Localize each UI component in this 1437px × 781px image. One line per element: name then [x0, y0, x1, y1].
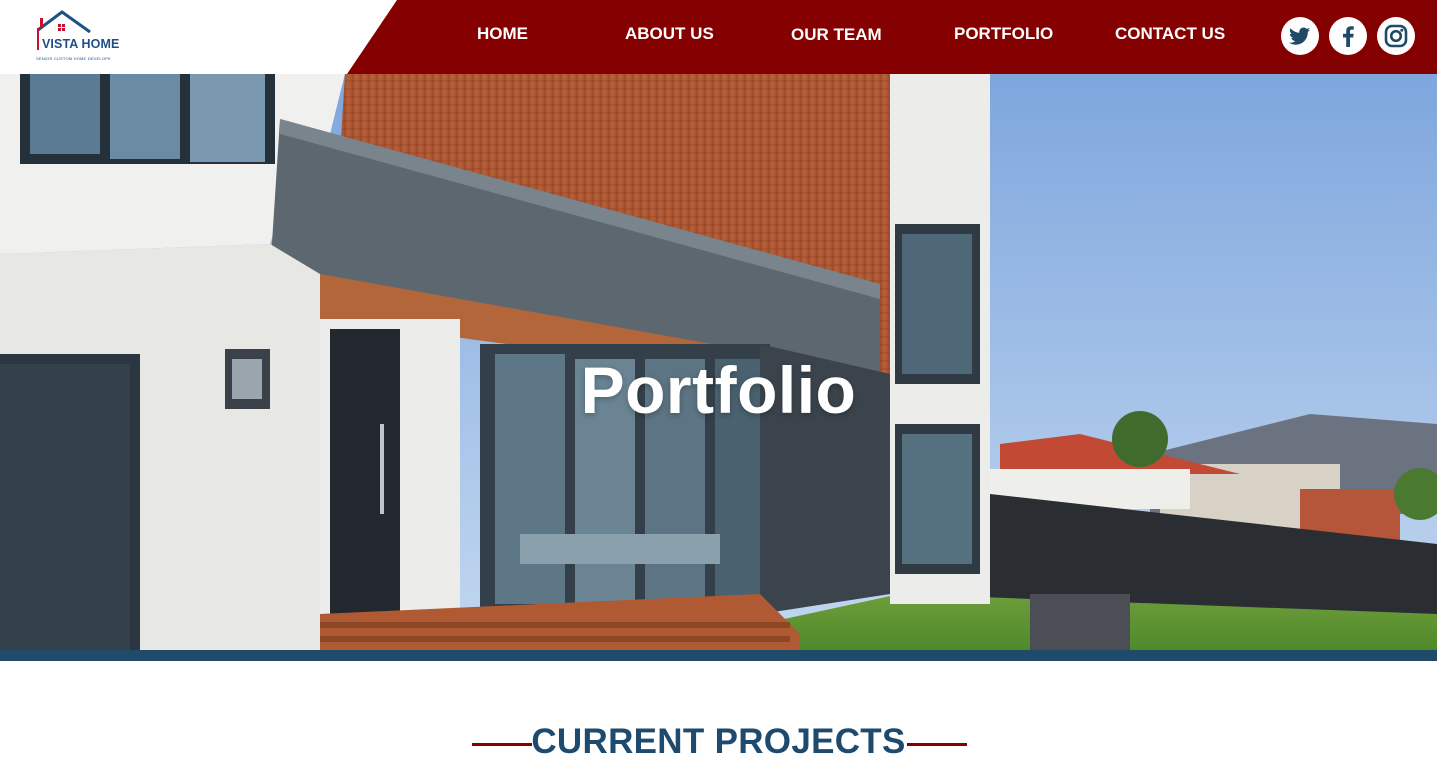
nav-home[interactable]: HOME [477, 24, 528, 44]
nav-contact-us[interactable]: CONTACT US [1115, 24, 1225, 44]
logo-tagline: SENIOR CUSTOM HOME DEVELOPE [36, 56, 111, 61]
instagram-icon [1384, 24, 1408, 48]
nav-our-team[interactable]: OUR TEAM [791, 25, 882, 45]
logo-wordmark: VISTA HOME [42, 37, 120, 51]
facebook-icon [1343, 26, 1354, 47]
twitter-button[interactable] [1281, 17, 1319, 55]
current-projects-heading: CURRENT PROJECTS [0, 722, 1437, 766]
hero-banner: Portfolio [0, 74, 1437, 650]
nav-about-us[interactable]: ABOUT US [625, 24, 714, 44]
instagram-button[interactable] [1377, 17, 1415, 55]
logo-panel: VISTA HOME SENIOR CUSTOM HOME DEVELOPE [0, 0, 397, 74]
heading-rule-right [907, 743, 967, 746]
site-header: VISTA HOME SENIOR CUSTOM HOME DEVELOPE H… [0, 0, 1437, 74]
section-title: CURRENT PROJECTS [531, 722, 906, 761]
hero-title: Portfolio [580, 353, 857, 427]
twitter-icon [1289, 27, 1310, 45]
logo[interactable]: VISTA HOME SENIOR CUSTOM HOME DEVELOPE [34, 10, 120, 64]
facebook-button[interactable] [1329, 17, 1367, 55]
nav-portfolio[interactable]: PORTFOLIO [954, 24, 1053, 44]
hero-divider-strip [0, 650, 1437, 661]
